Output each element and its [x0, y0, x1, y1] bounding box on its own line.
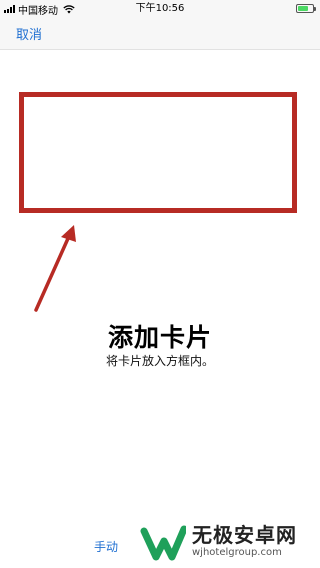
status-time: 下午10:56 — [135, 3, 185, 14]
watermark-url: wjhotelgroup.com — [192, 547, 282, 558]
watermark-text: 无极安卓网 wjhotelgroup.com — [192, 524, 297, 560]
nav-bar: 取消 — [0, 18, 320, 50]
cancel-button[interactable]: 取消 — [16, 24, 42, 43]
card-scan-frame — [19, 92, 297, 213]
status-bar: 中国移动 下午10:56 — [0, 0, 320, 18]
watermark-logo-icon — [140, 525, 186, 561]
instruction-text: 将卡片放入方框内。 — [105, 354, 214, 368]
manual-entry-button[interactable]: 手动 — [94, 538, 118, 555]
watermark: 无极安卓网 wjhotelgroup.com — [140, 518, 316, 566]
watermark-title: 无极安卓网 — [192, 523, 297, 547]
battery-level — [298, 6, 308, 11]
annotation-arrow-icon — [34, 225, 76, 312]
battery-icon — [296, 4, 316, 13]
page-title: 添加卡片 — [107, 323, 212, 352]
